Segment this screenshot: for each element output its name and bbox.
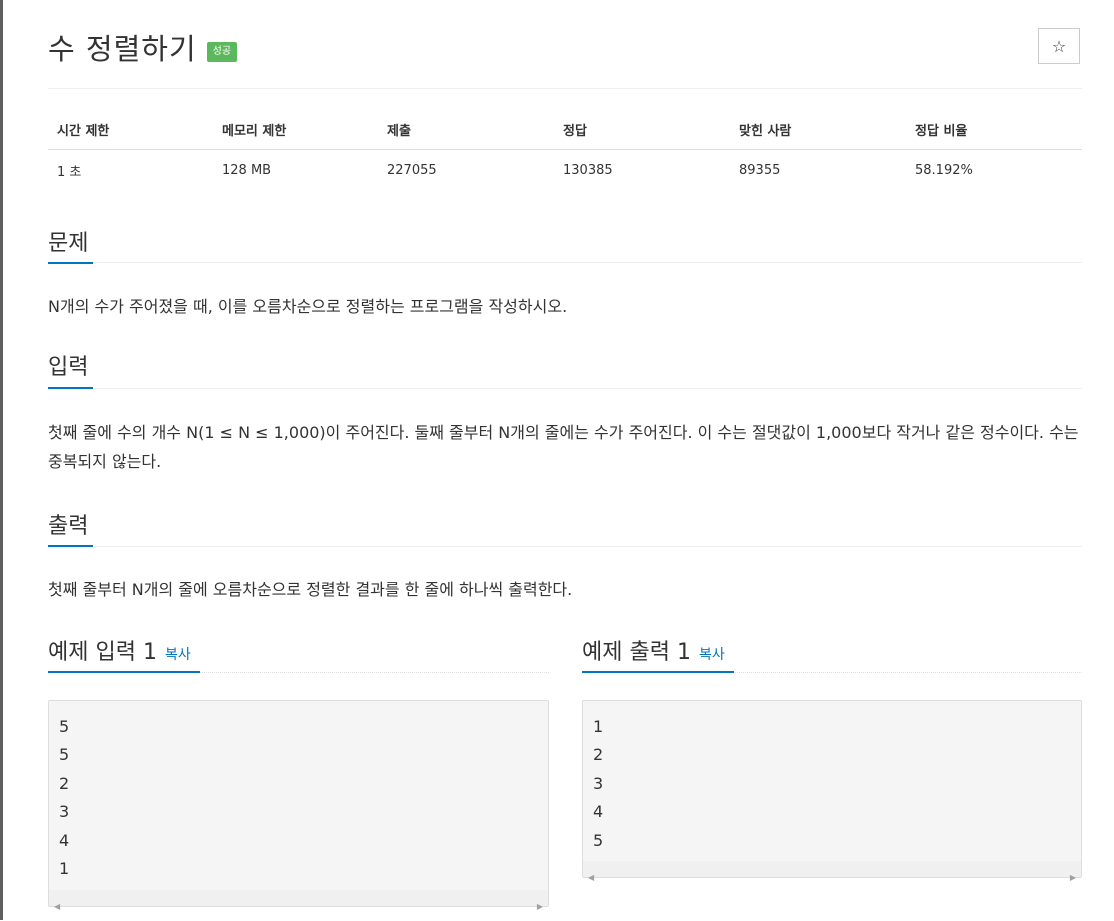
problem-heading-accent [48, 262, 93, 264]
sample-input-heading-accent [48, 671, 200, 673]
value-memory-limit: 128 MB [222, 163, 272, 178]
sample-input-heading: 예제 입력 1 복사 [48, 634, 191, 666]
output-heading: 출력 [48, 514, 89, 539]
sample-output-heading: 예제 출력 1 복사 [582, 634, 725, 666]
input-heading-accent [48, 387, 93, 389]
left-border [0, 0, 3, 920]
info-value-row: 1 초 128 MB 227055 130385 89355 58.192% [48, 150, 1082, 192]
header-accepted: 정답 [554, 110, 730, 150]
problem-description: N개의 수가 주어졌을 때, 이를 오름차순으로 정렬하는 프로그램을 작성하시… [48, 297, 568, 316]
star-icon: ☆ [1051, 36, 1067, 56]
info-header-row: 시간 제한 메모리 제한 제출 정답 맞힌 사람 정답 비율 [48, 110, 1082, 150]
scroll-right-icon[interactable]: ▶ [1070, 864, 1076, 892]
sample-output-scrollbar[interactable]: ◀ ▶ [583, 861, 1081, 882]
input-description: 첫째 줄에 수의 개수 N(1 ≤ N ≤ 1,000)이 주어진다. 둘째 줄… [48, 423, 1079, 471]
title-divider [48, 88, 1082, 89]
value-time-limit: 1 초 [57, 165, 82, 180]
sample-output-box[interactable]: 1 2 3 4 5 ◀ ▶ [582, 700, 1082, 882]
sample-output-title: 예제 출력 1 [582, 640, 691, 665]
sample-output-heading-accent [582, 671, 734, 673]
problem-title-row: 수 정렬하기 성공 [48, 26, 238, 68]
sample-output-content: 1 2 3 4 5 [593, 717, 604, 850]
header-submissions: 제출 [378, 110, 554, 150]
output-heading-accent [48, 545, 93, 547]
header-memory-limit: 메모리 제한 [213, 110, 378, 150]
value-accepted: 130385 [563, 163, 613, 178]
output-heading-line [48, 546, 1082, 547]
problem-title: 수 정렬하기 [48, 32, 197, 66]
problem-info-table: 시간 제한 메모리 제한 제출 정답 맞힌 사람 정답 비율 1 초 128 M… [48, 110, 1082, 191]
favorite-button[interactable]: ☆ [1038, 28, 1080, 64]
header-time-limit: 시간 제한 [48, 110, 213, 150]
scroll-right-icon[interactable]: ▶ [537, 893, 543, 921]
value-ratio: 58.192% [915, 163, 973, 178]
problem-heading: 문제 [48, 231, 89, 256]
sample-input-title: 예제 입력 1 [48, 640, 157, 665]
sample-input-scrollbar[interactable]: ◀ ▶ [49, 890, 548, 911]
sample-input-box[interactable]: 5 5 2 3 4 1 ◀ ▶ [48, 700, 549, 911]
output-description: 첫째 줄부터 N개의 줄에 오름차순으로 정렬한 결과를 한 줄에 하나씩 출력… [48, 580, 573, 599]
problem-heading-line [48, 262, 1082, 263]
value-submissions: 227055 [387, 163, 437, 178]
input-heading: 입력 [48, 355, 89, 380]
value-solvers: 89355 [739, 163, 781, 178]
status-badge: 성공 [206, 42, 238, 62]
copy-input-link[interactable]: 복사 [165, 647, 191, 663]
scroll-left-icon[interactable]: ◀ [588, 864, 594, 892]
input-heading-line [48, 388, 1082, 389]
copy-output-link[interactable]: 복사 [699, 647, 725, 663]
scroll-left-icon[interactable]: ◀ [54, 893, 60, 921]
header-solvers: 맞힌 사람 [730, 110, 906, 150]
sample-input-content: 5 5 2 3 4 1 [59, 717, 70, 879]
header-ratio: 정답 비율 [906, 110, 1082, 150]
